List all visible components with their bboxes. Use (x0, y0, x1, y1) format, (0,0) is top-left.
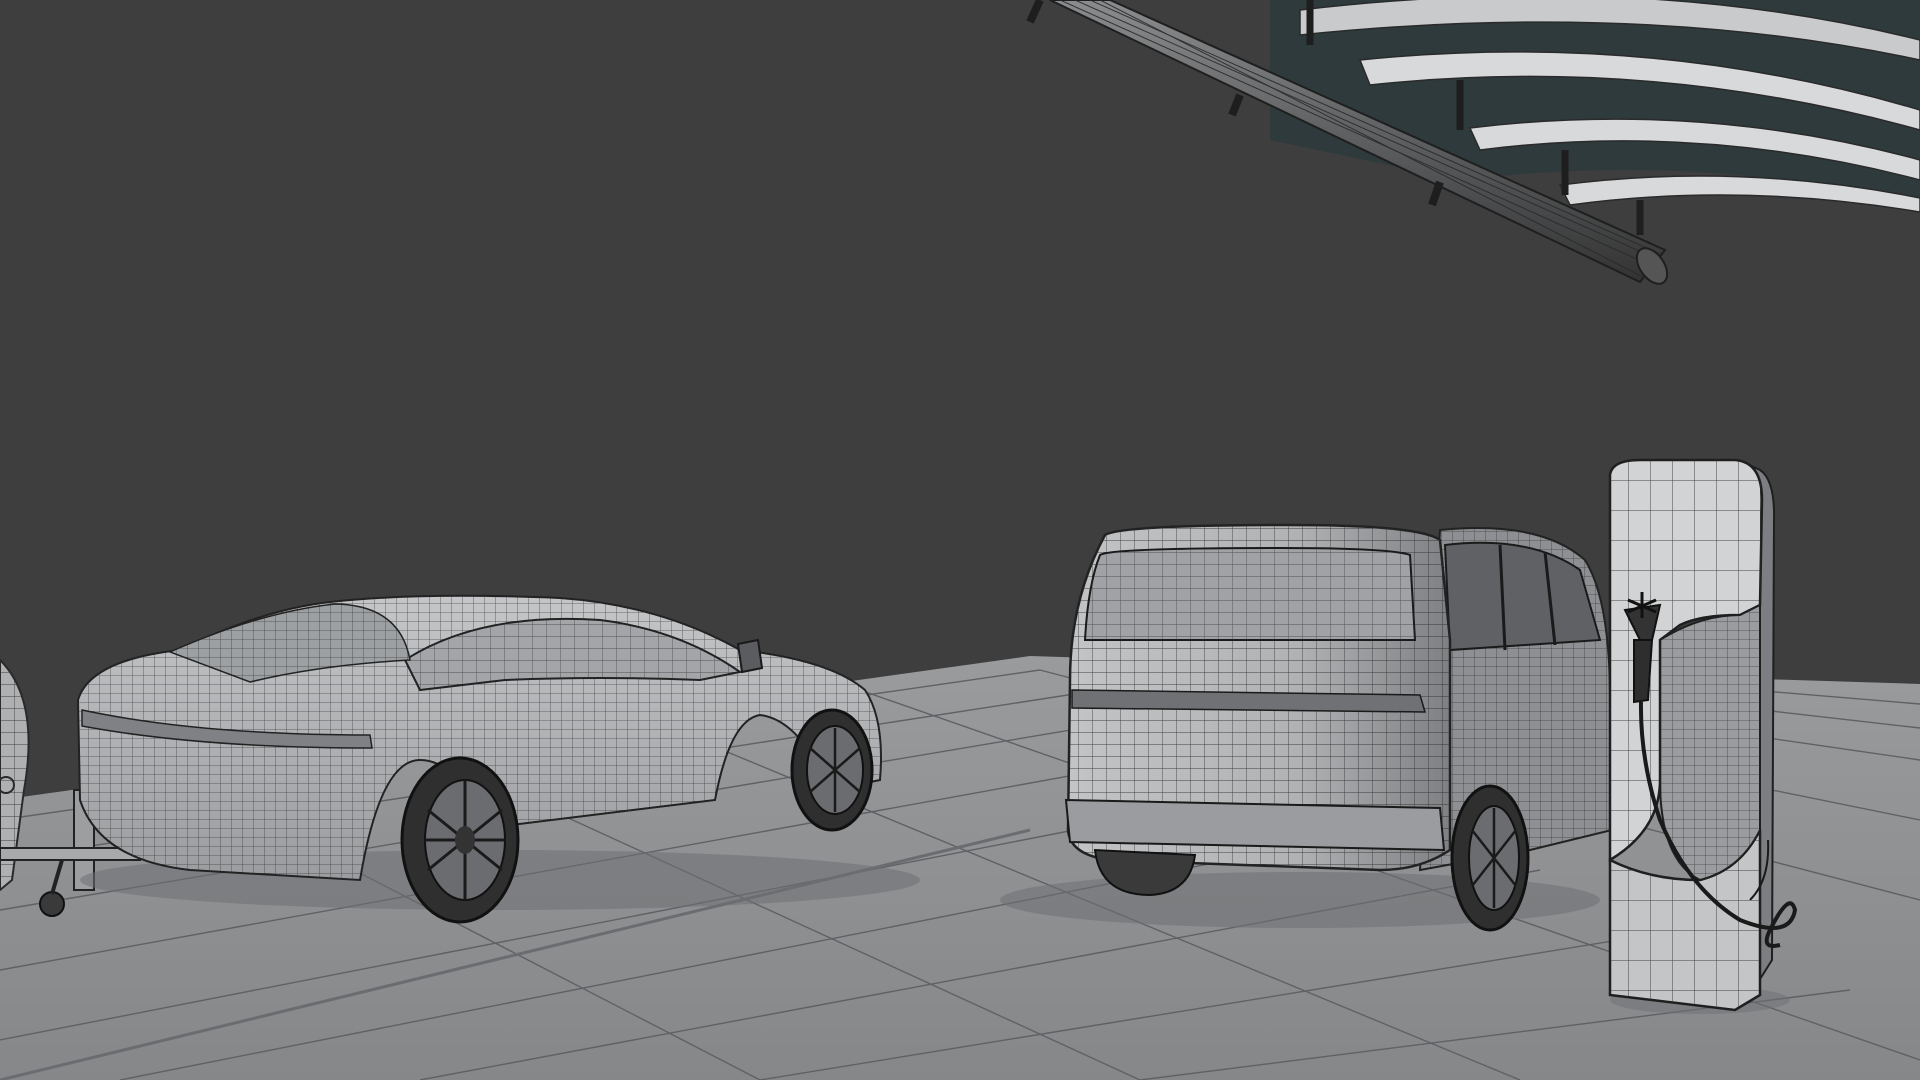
ev-charger-model (1608, 458, 1798, 1014)
van-rear-right-wheel (1450, 784, 1530, 932)
3d-viewport[interactable] (0, 0, 1920, 1080)
sedan-front-wheel (790, 708, 874, 832)
sedan-rear-wheel (400, 756, 520, 924)
scene-canvas[interactable] (0, 0, 1920, 1080)
